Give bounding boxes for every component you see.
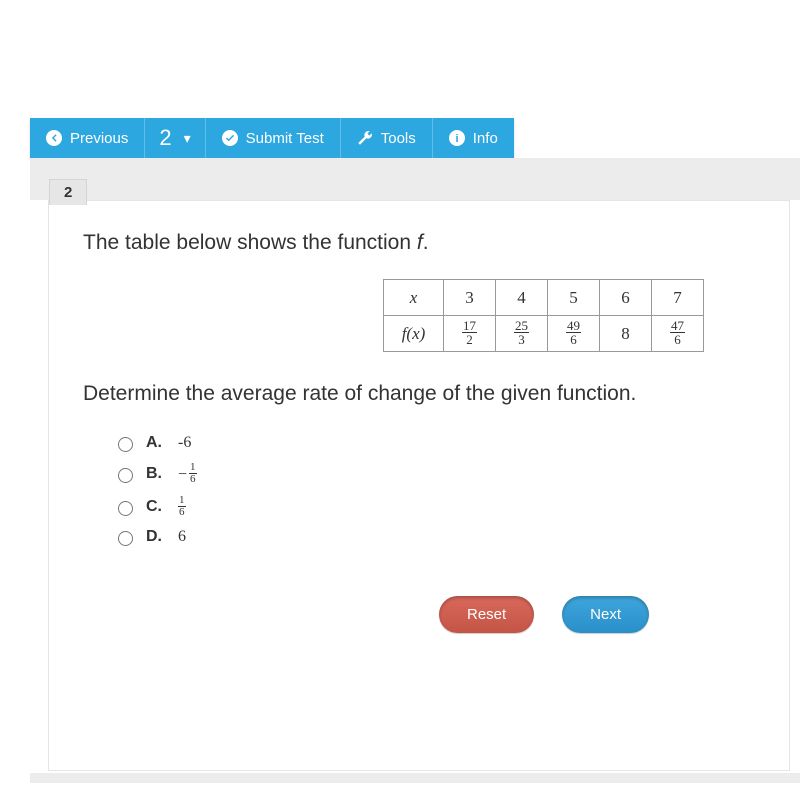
xcell: 4 [496,280,548,316]
choice-c[interactable]: C. 16 [113,495,755,518]
previous-button[interactable]: Previous [30,118,145,158]
question-card: 2 The table below shows the function f. … [48,200,790,771]
prompt-prefix: The table below shows the function [83,231,417,254]
fxcell: 172 [444,316,496,352]
function-table: x 3 4 5 6 7 f(x) 172 253 496 8 476 [383,279,704,352]
table-row-x: x 3 4 5 6 7 [384,280,704,316]
answer-choices: A. -6 B. −16 C. 16 [83,434,755,546]
choice-b[interactable]: B. −16 [113,462,755,485]
check-circle-icon [222,130,238,146]
row-label-x: x [384,280,444,316]
toolbar-under-strip [30,158,800,200]
reset-button[interactable]: Reset [439,596,534,633]
action-buttons: Reset Next [83,596,755,633]
fxcell: 253 [496,316,548,352]
xcell: 3 [444,280,496,316]
question-number-dropdown[interactable]: 2 ▾ [145,118,205,158]
xcell: 5 [548,280,600,316]
info-label: Info [473,130,498,147]
submit-test-label: Submit Test [246,130,324,147]
choice-letter: A. [146,434,168,452]
fxcell: 496 [548,316,600,352]
prompt-suffix: . [423,231,429,254]
choice-b-radio[interactable] [118,468,133,483]
choice-a[interactable]: A. -6 [113,434,755,452]
wrench-icon [357,130,373,146]
submit-test-button[interactable]: Submit Test [206,118,341,158]
question-tab-number: 2 [64,184,72,201]
question-prompt: The table below shows the function f. [83,231,755,255]
choice-value: 6 [178,528,186,546]
chevron-down-icon: ▾ [184,130,191,147]
svg-text:i: i [455,133,458,145]
choice-letter: C. [146,498,168,516]
bottom-strip [30,773,800,783]
table-row-fx: f(x) 172 253 496 8 476 [384,316,704,352]
xcell: 7 [652,280,704,316]
xcell: 6 [600,280,652,316]
fxcell: 8 [600,316,652,352]
info-circle-icon: i [449,130,465,146]
choice-value: 16 [178,495,186,518]
arrow-left-icon [46,130,62,146]
choice-value: -6 [178,434,191,452]
question-number: 2 [159,125,171,151]
info-button[interactable]: i Info [433,118,514,158]
choice-a-radio[interactable] [118,437,133,452]
choice-letter: B. [146,465,168,483]
tools-label: Tools [381,130,416,147]
top-toolbar: Previous 2 ▾ Submit Test Tools i Info [30,118,514,158]
question-subprompt: Determine the average rate of change of … [83,382,755,406]
choice-value: −16 [178,462,197,485]
choice-d-radio[interactable] [118,531,133,546]
next-button[interactable]: Next [562,596,649,633]
previous-label: Previous [70,130,128,147]
fxcell: 476 [652,316,704,352]
choice-letter: D. [146,528,168,546]
row-label-fx: f(x) [384,316,444,352]
question-tab: 2 [49,179,87,205]
choice-c-radio[interactable] [118,501,133,516]
tools-button[interactable]: Tools [341,118,433,158]
choice-d[interactable]: D. 6 [113,528,755,546]
